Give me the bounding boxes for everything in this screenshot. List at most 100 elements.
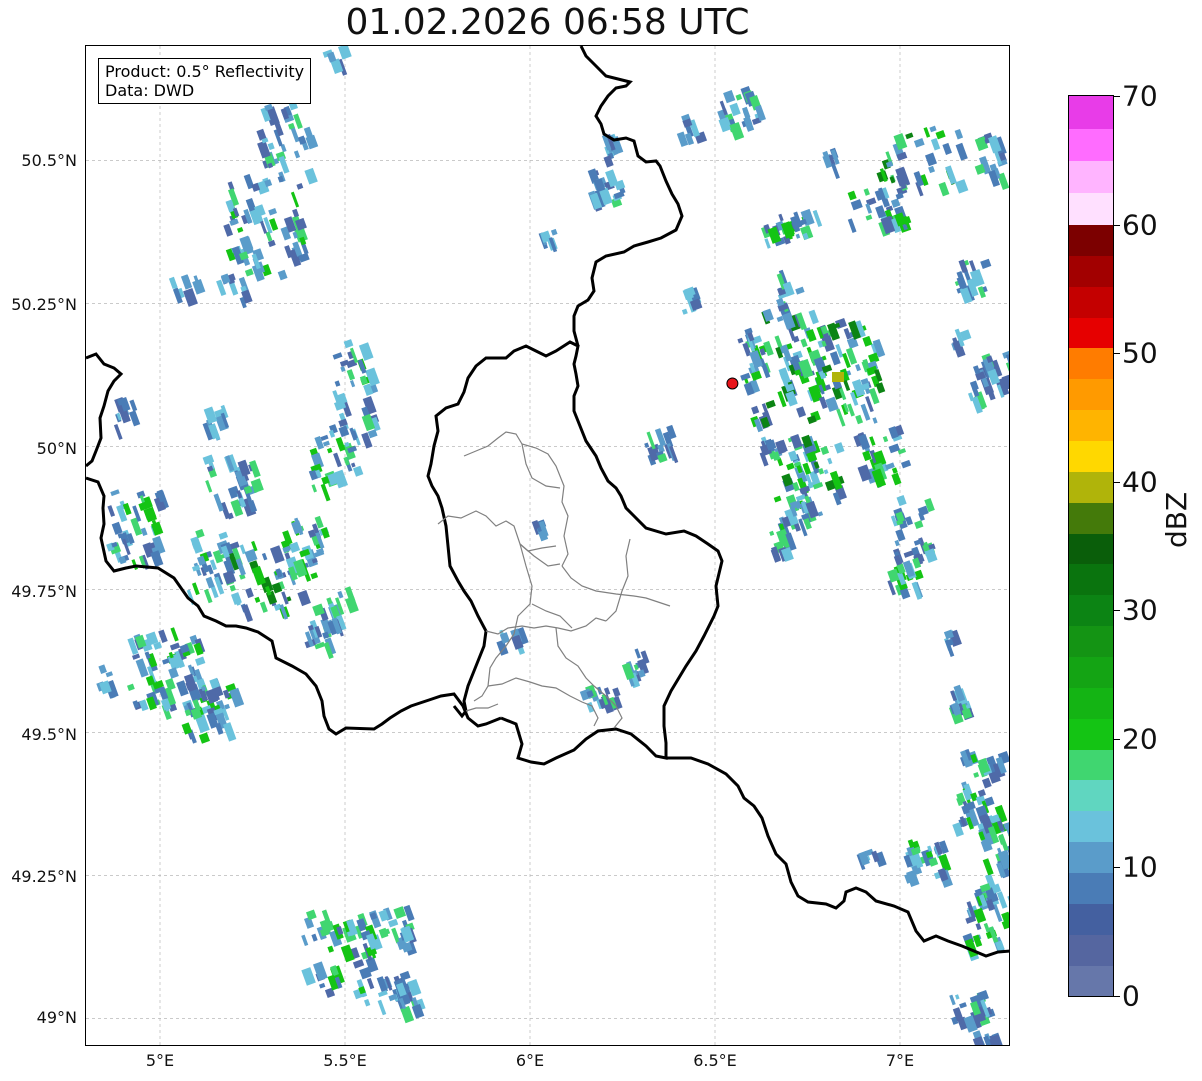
colorbar-tick-label: 30 bbox=[1122, 593, 1158, 627]
colorbar-segment bbox=[1069, 471, 1113, 503]
echo-cell bbox=[834, 442, 845, 454]
echo-cell bbox=[301, 967, 316, 986]
echo-cell bbox=[192, 278, 206, 295]
echo-cell bbox=[346, 369, 356, 381]
echo-cell bbox=[113, 423, 123, 440]
echo-cell bbox=[924, 152, 938, 167]
map-panel[interactable]: Product: 0.5° Reflectivity Data: DWD bbox=[85, 45, 1010, 1046]
colorbar-tick-mark bbox=[1114, 224, 1120, 226]
echo-cell bbox=[1007, 894, 1009, 913]
radar-site-marker[interactable] bbox=[726, 377, 739, 390]
echo-cell bbox=[959, 1002, 967, 1009]
echo-cell bbox=[969, 380, 979, 391]
canton-border bbox=[519, 543, 561, 567]
product-label: Product: 0.5° Reflectivity bbox=[105, 62, 305, 81]
echo-cell bbox=[850, 199, 863, 211]
echo-cell bbox=[320, 434, 329, 441]
echo-cell bbox=[681, 308, 688, 315]
echo-cell bbox=[203, 406, 218, 424]
echo-cell bbox=[735, 93, 743, 101]
echo-cell bbox=[311, 933, 318, 942]
echo-cell bbox=[254, 596, 261, 603]
echo-cell bbox=[158, 629, 168, 643]
echo-cell bbox=[168, 276, 178, 290]
echo-cell bbox=[218, 531, 229, 540]
echo-cell bbox=[980, 258, 992, 269]
echo-cell bbox=[311, 484, 318, 493]
echo-cell bbox=[942, 142, 952, 155]
echo-cell bbox=[823, 469, 829, 475]
echo-cell bbox=[812, 209, 823, 227]
echo-cell bbox=[895, 528, 906, 542]
echo-cell bbox=[98, 664, 107, 675]
echo-cell bbox=[337, 590, 344, 599]
echo-cell bbox=[107, 505, 116, 517]
echo-cell bbox=[603, 687, 611, 696]
canton-border bbox=[463, 431, 569, 567]
echo-cell bbox=[586, 701, 595, 713]
colorbar-segment bbox=[1069, 378, 1113, 411]
echo-cell bbox=[973, 907, 987, 924]
echo-cell bbox=[111, 521, 123, 535]
echo-cell bbox=[955, 142, 968, 161]
colorbar-segment bbox=[1069, 286, 1113, 318]
echo-cell bbox=[903, 550, 914, 558]
colorbar-tick-label: 10 bbox=[1122, 850, 1158, 884]
echo-cell bbox=[192, 582, 200, 596]
colorbar-tick-mark bbox=[1114, 610, 1120, 612]
border-luxembourg bbox=[426, 340, 724, 766]
echo-cell bbox=[805, 329, 817, 343]
echo-cell bbox=[890, 198, 901, 208]
echo-cell bbox=[847, 190, 857, 201]
echo-cell bbox=[198, 732, 210, 744]
echo-cell bbox=[1001, 919, 1009, 930]
echo-cell bbox=[855, 364, 861, 372]
echo-cell bbox=[751, 405, 760, 415]
colorbar-segment bbox=[1069, 656, 1113, 688]
echo-cell bbox=[891, 467, 898, 474]
echo-cell bbox=[905, 132, 914, 140]
echo-cell bbox=[977, 789, 986, 797]
echo-cell bbox=[204, 588, 213, 604]
x-tick-label: 7°E bbox=[885, 1051, 915, 1070]
colorbar-tick-label: 20 bbox=[1122, 722, 1158, 756]
colorbar-segment bbox=[1069, 810, 1113, 843]
echo-cell bbox=[817, 511, 824, 517]
echo-cell bbox=[644, 442, 650, 449]
echo-cell bbox=[896, 495, 907, 507]
echo-cell bbox=[973, 771, 980, 778]
echo-cell bbox=[914, 520, 924, 529]
echo-cell bbox=[170, 627, 179, 642]
echo-cell bbox=[827, 457, 833, 465]
colorbar-segment bbox=[1069, 903, 1113, 935]
echo-cell bbox=[913, 138, 925, 148]
colorbar-segment bbox=[1069, 780, 1113, 812]
y-tick-label: 49.5°N bbox=[21, 725, 77, 744]
echo-cell bbox=[261, 552, 268, 561]
echo-cell bbox=[326, 447, 333, 454]
colorbar-segment bbox=[1069, 348, 1113, 380]
echo-cell bbox=[236, 227, 244, 233]
echo-cell bbox=[773, 495, 782, 503]
echo-cell bbox=[955, 179, 969, 194]
y-tick-label: 50.5°N bbox=[21, 151, 77, 170]
echo-cell bbox=[764, 238, 771, 249]
echo-cell bbox=[245, 587, 254, 599]
radar-map[interactable] bbox=[86, 46, 1010, 1046]
colorbar-segment bbox=[1069, 502, 1113, 534]
x-tick-label: 6.5°E bbox=[693, 1051, 737, 1070]
echo-cell bbox=[135, 658, 149, 678]
echo-cell bbox=[319, 982, 326, 989]
x-tick-label: 5.5°E bbox=[323, 1051, 367, 1070]
product-info-box: Product: 0.5° Reflectivity Data: DWD bbox=[98, 58, 312, 104]
echo-cell bbox=[110, 489, 120, 497]
colorbar-segment bbox=[1069, 128, 1113, 161]
echo-cell bbox=[954, 128, 964, 140]
colorbar-tick-mark bbox=[1114, 867, 1120, 869]
colorbar-segment bbox=[1069, 224, 1113, 256]
y-tick-label: 49°N bbox=[36, 1008, 77, 1027]
colorbar-segment bbox=[1069, 192, 1113, 226]
echo-cell bbox=[312, 961, 328, 981]
echo-cell bbox=[297, 589, 311, 607]
colorbar-segment bbox=[1069, 625, 1113, 658]
